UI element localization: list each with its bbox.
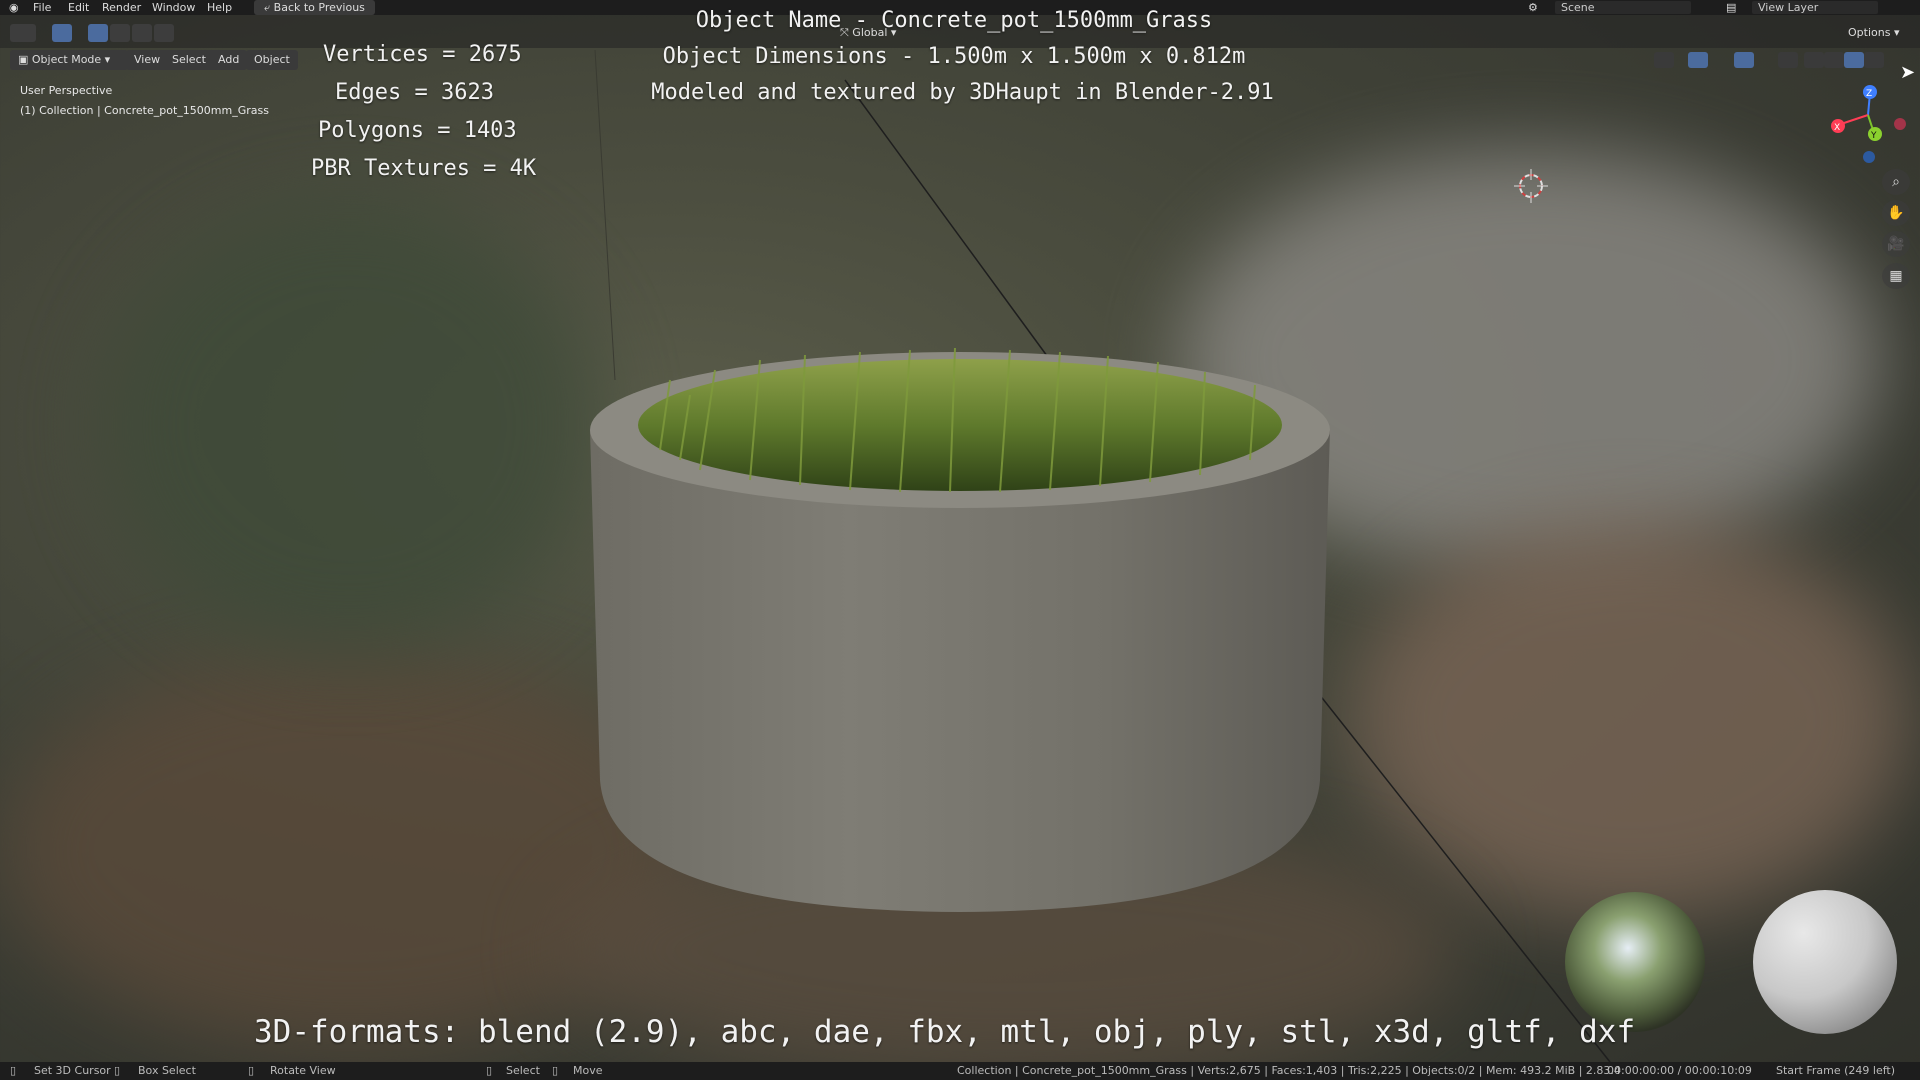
stat-textures: PBR Textures = 4K [311, 156, 537, 181]
hdri-preview-sphere [1565, 892, 1705, 1032]
mouse-middle-icon: ▯ [248, 1064, 255, 1077]
grass-top [638, 359, 1282, 491]
mouse-left-icon: ▯ [10, 1064, 17, 1077]
status-bar: ▯ Set 3D Cursor ▯ Box Select ▯ Rotate Vi… [0, 1062, 1920, 1080]
status-scene-stats: Collection | Concrete_pot_1500mm_Grass |… [957, 1064, 1621, 1077]
mouse-right-icon: ▯ [486, 1064, 493, 1077]
formats-caption: 3D-formats: blend (2.9), abc, dae, fbx, … [254, 1014, 1636, 1050]
object-dimensions: Object Dimensions - 1.500m x 1.500m x 0.… [662, 44, 1246, 69]
material-preview-sphere [1753, 890, 1897, 1034]
ortho-grid-icon[interactable]: ▦ [1882, 263, 1910, 289]
zoom-icon[interactable]: ⌕ [1882, 169, 1910, 195]
mouse-move-icon: ▯ [552, 1064, 559, 1077]
light-line [1299, 669, 1611, 1063]
pan-hand-icon[interactable]: ✋ [1882, 200, 1910, 226]
viewport-collection-label: (1) Collection | Concrete_pot_1500mm_Gra… [20, 104, 269, 117]
gizmo-x-label: X [1834, 123, 1840, 133]
status-rotate-view: Rotate View [270, 1064, 336, 1077]
model-credit: Modeled and textured by 3DHaupt in Blend… [651, 80, 1274, 105]
object-name-title: Object Name - Concrete_pot_1500mm_Grass [695, 8, 1213, 33]
gizmo-y-label: Y [1870, 131, 1877, 141]
status-select: Select [506, 1064, 540, 1077]
status-time: 00:00:00:00 / 00:00:10:09 [1607, 1064, 1752, 1077]
status-set-cursor: Set 3D Cursor [34, 1064, 111, 1077]
mouse-pointer-icon: ➤ [1900, 62, 1916, 83]
camera-view-icon[interactable]: 🎥 [1882, 231, 1910, 257]
mouse-drag-icon: ▯ [114, 1064, 121, 1077]
status-frame: Start Frame (249 left) [1776, 1064, 1896, 1077]
status-move: Move [573, 1064, 603, 1077]
light-line [844, 79, 1051, 361]
status-box-select: Box Select [138, 1064, 196, 1077]
stat-polygons: Polygons = 1403 [318, 118, 517, 143]
viewport-scene[interactable]: Z X Y [0, 0, 1920, 1080]
3d-cursor [1514, 169, 1548, 203]
